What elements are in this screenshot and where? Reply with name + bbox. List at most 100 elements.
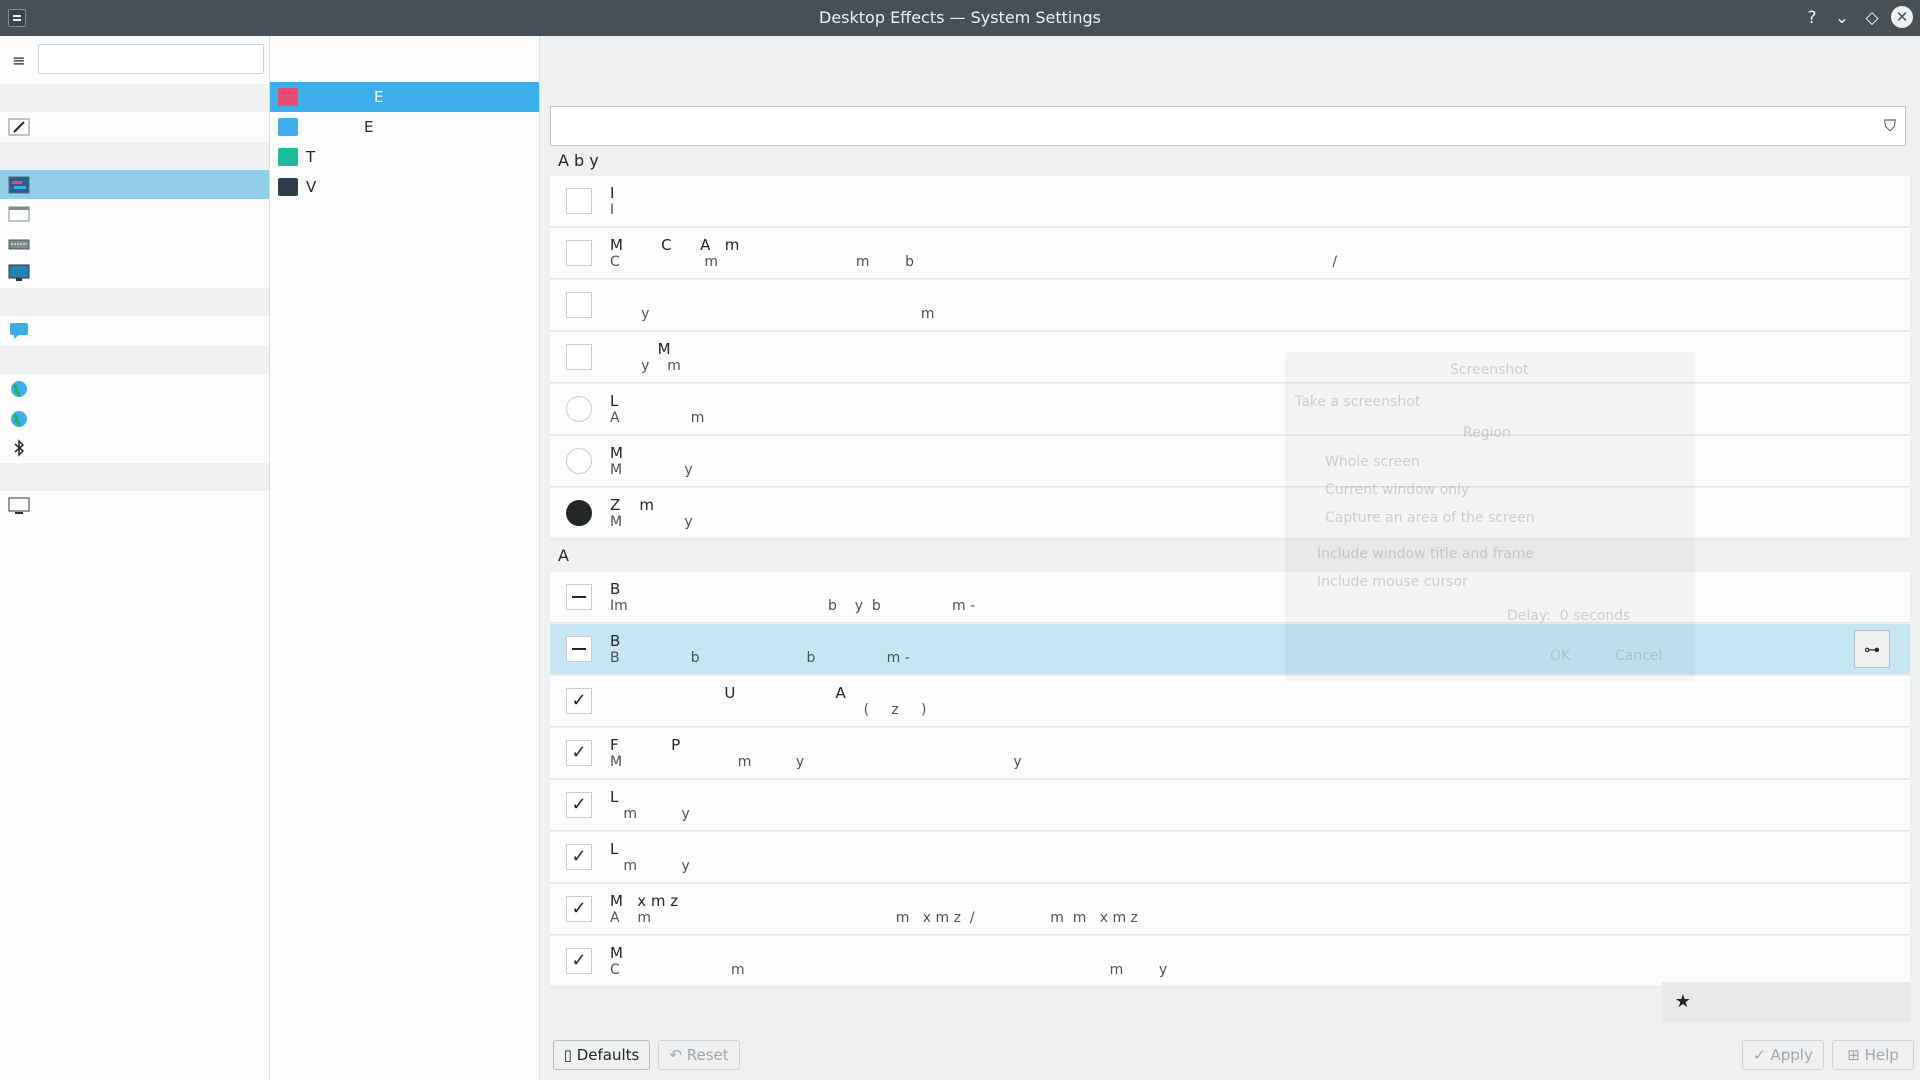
group-header-appearance: A bbox=[558, 546, 569, 565]
subcategory-label: E bbox=[364, 118, 374, 136]
effect-title: M bbox=[610, 944, 623, 962]
effect-row[interactable]: M C A mC m m b / bbox=[550, 228, 1910, 279]
close-icon[interactable]: ✕ bbox=[1891, 6, 1913, 28]
group-header-accessibility: A b y bbox=[558, 151, 599, 170]
effect-title: F P bbox=[610, 736, 681, 754]
effect-description: Im b y b m - bbox=[610, 598, 976, 614]
effect-description: C m m y bbox=[610, 962, 1168, 978]
subcategory-item-touch-screen[interactable]: T bbox=[270, 142, 539, 172]
apply-icon: ✓ bbox=[1753, 1046, 1766, 1064]
sidebar-item-workspace-behavior[interactable] bbox=[0, 170, 269, 199]
filter-icon[interactable]: ⛉ bbox=[1870, 106, 1910, 146]
minimize-icon[interactable]: ⌄ bbox=[1830, 6, 1854, 30]
effect-row[interactable]: y m bbox=[550, 280, 1910, 331]
hamburger-menu-icon[interactable]: ≡ bbox=[8, 50, 30, 72]
sidebar-item-connections[interactable] bbox=[0, 404, 269, 433]
defaults-button[interactable]: ▯ Defaults bbox=[553, 1040, 650, 1070]
sidebar-item-startup[interactable] bbox=[0, 258, 269, 287]
effect-row[interactable]: ✓ L m y bbox=[550, 832, 1910, 883]
ghost-cancel-label: Cancel bbox=[1615, 648, 1663, 664]
effect-checkbox[interactable] bbox=[566, 240, 592, 266]
effect-radio[interactable] bbox=[566, 500, 592, 526]
effect-description: A m m x m z / m m x m z bbox=[610, 910, 1138, 926]
effect-checkbox[interactable]: ✓ bbox=[566, 792, 592, 818]
effect-checkbox[interactable]: ✓ bbox=[566, 844, 592, 870]
configure-effect-button[interactable]: ⊶ bbox=[1854, 630, 1890, 668]
effect-checkbox[interactable] bbox=[566, 584, 592, 610]
ghost-current-label: Current window only bbox=[1325, 482, 1470, 498]
sidebar-item-network[interactable] bbox=[0, 374, 269, 403]
effect-checkbox[interactable] bbox=[566, 188, 592, 214]
help-button[interactable]: ⊞ Help bbox=[1832, 1040, 1914, 1070]
apply-label: Apply bbox=[1770, 1046, 1813, 1064]
bluetooth-icon bbox=[8, 439, 30, 457]
apply-button[interactable]: ✓ Apply bbox=[1742, 1040, 1824, 1070]
category-sidebar: ≡ bbox=[0, 36, 270, 1080]
effect-checkbox[interactable]: ✓ bbox=[566, 688, 592, 714]
subcategory-label: T bbox=[306, 148, 316, 166]
effect-row[interactable]: B Im b y b m - bbox=[550, 572, 1910, 623]
effect-row[interactable]: MM y bbox=[550, 436, 1910, 487]
effect-row[interactable]: ✓ L m y bbox=[550, 780, 1910, 831]
effect-row[interactable]: LA m bbox=[550, 384, 1910, 435]
effect-row[interactable]: ✓ M x m zA m m x m z / m m x m z bbox=[550, 884, 1910, 935]
ghost-region-label: Region bbox=[1463, 425, 1511, 441]
subcategory-label: E bbox=[374, 88, 384, 106]
effect-description: m y bbox=[610, 858, 690, 874]
keyboard-icon bbox=[8, 235, 30, 253]
effect-description: ( z ) bbox=[610, 702, 927, 718]
effect-radio[interactable] bbox=[566, 448, 592, 474]
sidebar-item-display[interactable] bbox=[0, 491, 269, 520]
effect-checkbox[interactable]: ✓ bbox=[566, 948, 592, 974]
effect-checkbox[interactable]: ✓ bbox=[566, 896, 592, 922]
subcategory-item-virtual-desktops[interactable]: V bbox=[270, 172, 539, 202]
effect-title: M x m z bbox=[610, 892, 679, 910]
sidebar-item-shortcuts[interactable] bbox=[0, 229, 269, 258]
maximize-icon[interactable]: ◇ bbox=[1860, 6, 1884, 30]
subcategory-list: E E T V bbox=[270, 36, 540, 1080]
sidebar-item-notifications[interactable] bbox=[0, 316, 269, 345]
effect-title: Z m bbox=[610, 496, 654, 514]
effects-filter-input[interactable] bbox=[550, 106, 1906, 146]
effect-checkbox[interactable] bbox=[566, 344, 592, 370]
reset-icon: ↶ bbox=[669, 1046, 682, 1064]
sidebar-search-input[interactable] bbox=[38, 44, 264, 74]
effect-row[interactable]: ✓ M C m m y bbox=[550, 936, 1910, 987]
effect-row[interactable]: ✓ U A ( z ) bbox=[550, 676, 1910, 727]
effect-description: M y bbox=[610, 514, 693, 530]
effect-row[interactable]: II bbox=[550, 176, 1910, 227]
effect-row[interactable]: BB b b m - ⊶ bbox=[550, 624, 1910, 675]
help-icon[interactable]: ? bbox=[1800, 6, 1824, 30]
effect-row[interactable]: ✓ F PM m y y bbox=[550, 728, 1910, 779]
sidebar-section-header bbox=[0, 288, 269, 316]
ghost-whole-label: Whole screen bbox=[1325, 454, 1420, 470]
effect-description: y m bbox=[610, 306, 935, 322]
effects-panel: ⛉ A b y A IIM C A mC m m b / y m M y m L… bbox=[540, 36, 1920, 1080]
star-icon[interactable]: ★ bbox=[1662, 982, 1704, 1022]
subcategory-item-screen-edges[interactable]: E bbox=[270, 112, 539, 142]
effect-row[interactable]: Z mM y bbox=[550, 488, 1910, 539]
effects-icon bbox=[278, 88, 298, 106]
effect-title: M bbox=[610, 340, 671, 358]
globe-icon bbox=[8, 410, 30, 428]
effect-checkbox[interactable] bbox=[566, 636, 592, 662]
effect-title: L bbox=[610, 788, 619, 806]
touch-icon bbox=[278, 148, 298, 166]
effect-row[interactable]: M y m bbox=[550, 332, 1910, 383]
monitor-icon bbox=[8, 264, 30, 282]
effect-checkbox[interactable]: ✓ bbox=[566, 740, 592, 766]
ghost-include-title-label: Include window title and frame bbox=[1317, 546, 1535, 562]
sidebar-item-bluetooth[interactable] bbox=[0, 433, 269, 462]
effect-radio[interactable] bbox=[566, 396, 592, 422]
sidebar-item-window-management[interactable] bbox=[0, 199, 269, 228]
subcategory-item-desktop-effects[interactable]: E bbox=[270, 82, 539, 112]
effect-title: I bbox=[610, 184, 615, 202]
reset-button[interactable]: ↶ Reset bbox=[658, 1040, 740, 1070]
effect-checkbox[interactable] bbox=[566, 292, 592, 318]
ghost-take-label: Take a screenshot bbox=[1295, 394, 1421, 410]
effect-description: B b b m - bbox=[610, 650, 910, 666]
defaults-label: Defaults bbox=[576, 1046, 640, 1064]
virtual-desktops-icon bbox=[278, 178, 298, 196]
sidebar-item-appearance[interactable] bbox=[0, 112, 269, 141]
ghost-screenshot-dialog: Screenshot Take a screenshot Region Whol… bbox=[1285, 352, 1695, 682]
